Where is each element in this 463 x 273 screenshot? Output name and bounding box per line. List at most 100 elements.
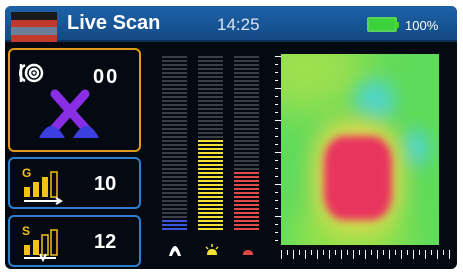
sensitivity-value: 12 [94,231,117,253]
light-segment [198,76,223,78]
gain-panel[interactable]: G 10 [8,157,141,209]
ground-segment [162,176,187,178]
ground-segment [162,124,187,126]
light-segment [198,124,223,126]
mode-panel[interactable]: 00 [8,48,141,152]
light-segment [198,188,223,190]
light-segment [198,224,223,226]
mineral-level-bar [234,56,259,232]
mineral-segment [234,148,259,150]
ground-segment [162,200,187,202]
light-segment [198,104,223,106]
ground-segment [162,156,187,158]
mineral-segment [234,196,259,198]
ground-segment [162,96,187,98]
light-segment [198,92,223,94]
sensitivity-panel[interactable]: S 12 [8,215,141,267]
heat-blob-cyan-top [355,79,395,123]
mineral-segment [234,132,259,134]
ground-segment [162,212,187,214]
ground-segment [162,144,187,146]
ground-segment [162,184,187,186]
heat-map[interactable] [281,54,439,245]
light-segment [198,212,223,214]
ground-segment [162,80,187,82]
mineral-segment [234,64,259,66]
ground-segment [162,72,187,74]
light-segment [198,192,223,194]
battery-percent: 100% [405,18,439,33]
mineral-segment [234,204,259,206]
ground-segment [162,104,187,106]
ground-segment [162,140,187,142]
mineral-segment [234,72,259,74]
target-sensor-icon [18,63,44,83]
mineral-segment [234,200,259,202]
ground-segment [162,136,187,138]
mineral-segment [234,100,259,102]
light-segment [198,172,223,174]
ground-segment [162,76,187,78]
mineral-segment [234,108,259,110]
mineral-segment [234,124,259,126]
clock: 14:25 [217,15,260,34]
search-coil-icon [39,89,99,138]
light-segment [198,108,223,110]
light-segment [198,156,223,158]
ground-segment [162,120,187,122]
light-segment [198,56,223,58]
ground-segment [162,64,187,66]
gain-value: 10 [94,173,117,195]
light-segment [198,200,223,202]
light-segment [198,220,223,222]
ground-segment [162,60,187,62]
mineral-segment [234,112,259,114]
mineral-segment [234,224,259,226]
mineral-segment [234,80,259,82]
light-segment [198,100,223,102]
ground-segment [162,188,187,190]
light-segment [198,228,223,230]
mineral-segment [234,212,259,214]
ground-segment [162,116,187,118]
heat-blob-red [324,136,392,220]
mineral-segment [234,56,259,58]
mineral-segment [234,128,259,130]
ground-segment [162,208,187,210]
level-bars [150,48,275,238]
ground-segment [162,204,187,206]
ground-segment [162,216,187,218]
light-segment [198,144,223,146]
mineral-segment [234,84,259,86]
mineral-segment [234,144,259,146]
status-header: Live Scan 14:25 100% [5,6,457,42]
light-segment [198,72,223,74]
sensitivity-letter: S [22,224,30,238]
level-bar-icons [150,243,275,263]
mineral-segment [234,208,259,210]
mineral-segment [234,216,259,218]
screen-title: Live Scan [67,12,161,34]
ground-segment [162,224,187,226]
ground-icon [169,246,181,256]
mineral-segment [234,104,259,106]
light-segment [198,152,223,154]
ground-segment [162,148,187,150]
heat-blob-cyan-right [401,129,429,167]
light-segment [198,136,223,138]
light-segment [198,96,223,98]
light-segment [198,176,223,178]
light-segment [198,80,223,82]
light-segment [198,120,223,122]
ground-segment [162,108,187,110]
light-segment [198,68,223,70]
mineral-segment [234,176,259,178]
mineral-segment [234,160,259,162]
light-segment [198,140,223,142]
ground-segment [162,192,187,194]
light-segment [198,128,223,130]
mineral-segment [234,220,259,222]
mineral-segment [234,68,259,70]
sensitivity-signal-icon: S [22,224,58,263]
mineral-segment [234,184,259,186]
